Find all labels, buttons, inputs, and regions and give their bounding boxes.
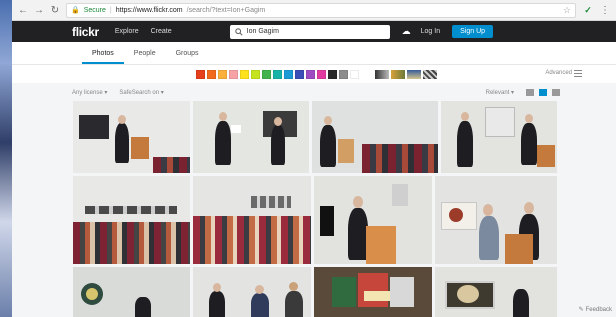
photo-thumbnail[interactable] (435, 176, 557, 264)
url-separator: | (109, 6, 112, 14)
filter-row: Any license ▾ SafeSearch on ▾ Relevant ▾ (12, 83, 616, 101)
photo-thumbnail[interactable] (441, 101, 557, 173)
tab-groups[interactable]: Groups (166, 50, 209, 64)
url-host: https://www.flickr.com (115, 6, 183, 14)
color-swatch[interactable] (251, 69, 260, 79)
color-swatch[interactable] (273, 69, 282, 79)
photo-thumbnail[interactable] (312, 101, 438, 173)
color-swatch[interactable] (196, 69, 205, 79)
address-bar[interactable]: 🔒 Secure | https://www.flickr.com/search… (66, 2, 576, 18)
grid-medium-icon[interactable] (539, 88, 547, 96)
browser-toolbar: ← → ↻ 🔒 Secure | https://www.flickr.com /… (12, 0, 616, 21)
color-swatch[interactable] (207, 69, 216, 79)
color-swatch[interactable] (339, 69, 348, 79)
photo-thumbnail[interactable] (314, 176, 432, 264)
black-white-filter-icon[interactable] (375, 69, 389, 79)
photo-grid (73, 101, 557, 317)
search-icon (234, 27, 243, 36)
feedback-link[interactable]: ✎ Feedback (578, 306, 612, 314)
reload-icon[interactable]: ↻ (50, 5, 60, 16)
photo-thumbnail[interactable] (435, 267, 557, 317)
nav-explore[interactable]: Explore (115, 28, 139, 35)
flickr-logo[interactable]: flickr (72, 25, 99, 39)
feedback-label: Feedback (585, 306, 612, 313)
signup-button[interactable]: Sign Up (452, 25, 494, 38)
site-header: flickr Explore Create Ion Gagim ☁ Log In… (12, 21, 616, 42)
arrow-left-icon[interactable]: ← (18, 5, 28, 16)
photo-thumbnail[interactable] (314, 267, 432, 317)
photo-thumbnail[interactable] (73, 267, 190, 317)
color-swatch[interactable] (328, 69, 337, 79)
color-swatch[interactable] (262, 69, 271, 79)
license-dropdown[interactable]: Any license ▾ (72, 89, 107, 96)
browser-window: ← → ↻ 🔒 Secure | https://www.flickr.com /… (12, 0, 616, 317)
color-swatches (196, 69, 359, 79)
color-swatch[interactable] (317, 69, 326, 79)
url-path: /search/?text=Ion+Gagim (186, 6, 266, 14)
lock-icon: 🔒 (71, 7, 80, 14)
extension-icon[interactable]: ✓ (582, 4, 594, 16)
color-swatch[interactable] (240, 69, 249, 79)
color-swatch[interactable] (350, 69, 359, 79)
arrow-right-icon[interactable]: → (34, 5, 44, 16)
style-filters (375, 69, 437, 79)
nav-create[interactable]: Create (151, 28, 172, 35)
pattern-filter-icon[interactable] (423, 69, 437, 79)
star-icon[interactable]: ☆ (563, 5, 571, 16)
sort-dropdown[interactable]: Relevant ▾ (486, 89, 514, 96)
photo-thumbnail[interactable] (193, 176, 311, 264)
safesearch-dropdown[interactable]: SafeSearch on ▾ (119, 89, 163, 96)
feedback-icon: ✎ (578, 307, 584, 313)
color-swatch[interactable] (229, 69, 238, 79)
desktop-background (0, 0, 12, 317)
shallow-depth-filter-icon[interactable] (391, 69, 405, 79)
photo-thumbnail[interactable] (73, 176, 190, 264)
menu-lines-icon[interactable] (574, 70, 582, 77)
color-filter-row: Advanced (12, 65, 616, 83)
search-query: Ion Gagim (246, 28, 279, 35)
tab-people[interactable]: People (124, 50, 166, 64)
menu-dots-icon[interactable]: ⋮ (600, 5, 610, 16)
color-swatch[interactable] (284, 69, 293, 79)
photo-thumbnail[interactable] (193, 101, 309, 173)
color-swatch[interactable] (306, 69, 315, 79)
login-link[interactable]: Log In (421, 28, 440, 35)
grid-large-icon[interactable] (552, 88, 560, 96)
secure-label: Secure (83, 6, 106, 14)
minimalism-filter-icon[interactable] (407, 69, 421, 79)
photo-thumbnail[interactable] (73, 101, 190, 173)
grid-small-icon[interactable] (526, 88, 534, 96)
tab-photos[interactable]: Photos (82, 50, 124, 64)
view-toggle (526, 88, 560, 96)
color-swatch[interactable] (218, 69, 227, 79)
advanced-link[interactable]: Advanced (545, 70, 572, 76)
photo-thumbnail[interactable] (193, 267, 311, 317)
upload-cloud-icon[interactable]: ☁ (402, 26, 411, 37)
search-tabs: Photos People Groups (12, 42, 616, 65)
color-swatch[interactable] (295, 69, 304, 79)
search-input[interactable]: Ion Gagim (229, 24, 390, 39)
